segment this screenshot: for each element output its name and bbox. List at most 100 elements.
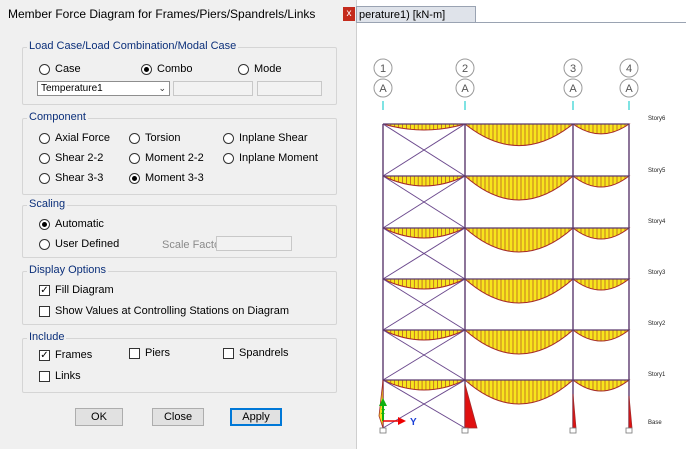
story-label: Base <box>648 420 662 426</box>
radio-user-defined[interactable]: User Defined <box>39 238 119 250</box>
radio-combo-label: Combo <box>157 63 193 75</box>
checkbox-show-values-label: Show Values at Controlling Stations on D… <box>55 305 289 317</box>
grid-letter-label: A <box>625 83 633 95</box>
radio-mode-indicator[interactable] <box>238 63 249 75</box>
checkbox-fill-diagram[interactable]: ✓ Fill Diagram <box>39 284 114 296</box>
display-options-group: Display Options ✓ Fill Diagram Show Valu… <box>22 264 337 325</box>
moment-diagram-fill <box>382 123 466 131</box>
checkbox-show-values-box[interactable] <box>39 305 50 317</box>
radio-user-defined-label: User Defined <box>55 238 120 250</box>
radio-case-indicator[interactable] <box>39 63 50 75</box>
radio-inplane-moment-label: Inplane Moment <box>239 152 318 164</box>
grid-number-label: 2 <box>462 63 468 75</box>
support-marker <box>461 427 469 434</box>
radio-moment-2-2-indicator[interactable] <box>129 152 140 164</box>
load-case-group: Load Case/Load Combination/Modal Case Ca… <box>22 40 337 105</box>
radio-case-label: Case <box>55 63 81 75</box>
moment-diagram-fill <box>382 379 466 391</box>
radio-inplane-moment[interactable]: Inplane Moment <box>223 152 318 164</box>
radio-moment-2-2[interactable]: Moment 2-2 <box>129 152 204 164</box>
checkbox-piers[interactable]: Piers <box>129 347 170 359</box>
column-moment-fill <box>464 383 478 429</box>
radio-mode[interactable]: Mode <box>238 63 282 75</box>
include-group-label: Include <box>27 331 67 343</box>
story-label: Story1 <box>648 372 666 378</box>
radio-inplane-shear-indicator[interactable] <box>223 132 234 144</box>
support-marker <box>625 427 633 434</box>
scale-factor-label: Scale Factor <box>162 239 224 251</box>
radio-moment-3-3[interactable]: Moment 3-3 <box>129 172 204 184</box>
radio-inplane-moment-indicator[interactable] <box>223 152 234 164</box>
radio-shear-2-2-indicator[interactable] <box>39 152 50 164</box>
axis-y-arrowhead <box>398 417 406 425</box>
story-label: Story5 <box>648 168 666 174</box>
radio-axial-force-label: Axial Force <box>55 132 111 144</box>
load-case-field-disabled-2 <box>257 81 322 96</box>
chevron-down-icon: ⌄ <box>158 83 166 93</box>
radio-inplane-shear-label: Inplane Shear <box>239 132 308 144</box>
dialog-title: Member Force Diagram for Frames/Piers/Sp… <box>8 7 316 21</box>
checkbox-fill-diagram-label: Fill Diagram <box>55 284 114 296</box>
checkbox-piers-box[interactable] <box>129 347 140 359</box>
radio-shear-2-2[interactable]: Shear 2-2 <box>39 152 103 164</box>
checkbox-show-values[interactable]: Show Values at Controlling Stations on D… <box>39 305 289 317</box>
radio-case[interactable]: Case <box>39 63 81 75</box>
column-moment-fill <box>572 393 577 429</box>
tab-bar-divider <box>356 22 686 23</box>
radio-automatic-indicator[interactable] <box>39 218 50 230</box>
radio-shear-3-3-label: Shear 3-3 <box>55 172 104 184</box>
checkbox-frames-label: Frames <box>55 349 93 361</box>
story-label: Story6 <box>648 116 666 122</box>
checkbox-spandrels[interactable]: Spandrels <box>223 347 289 359</box>
close-icon[interactable]: x <box>343 7 355 21</box>
component-group: Component Axial Force Torsion Inplane Sh… <box>22 111 337 195</box>
axis-y-label: Y <box>410 417 417 428</box>
checkbox-links-label: Links <box>55 370 81 382</box>
radio-combo-indicator[interactable] <box>141 63 152 75</box>
checkbox-spandrels-label: Spandrels <box>239 347 289 359</box>
ok-button[interactable]: OK <box>75 408 123 426</box>
radio-shear-2-2-label: Shear 2-2 <box>55 152 104 164</box>
load-combo-select[interactable]: Temperature1 ⌄ <box>37 81 170 96</box>
moment-diagram-fill <box>382 175 466 187</box>
grid-letter-label: A <box>569 83 577 95</box>
radio-user-defined-indicator[interactable] <box>39 238 50 250</box>
checkbox-frames[interactable]: ✓ Frames <box>39 349 92 361</box>
axis-z-label: Z <box>381 409 386 416</box>
moment-diagram-fill <box>382 227 466 239</box>
scaling-group: Scaling Automatic User Defined Scale Fac… <box>22 198 337 258</box>
scaling-group-label: Scaling <box>27 198 68 210</box>
checkbox-links[interactable]: Links <box>39 370 81 382</box>
tab-model-view[interactable]: perature1) [kN-m] <box>356 6 476 22</box>
story-label: Story2 <box>648 321 666 327</box>
radio-mode-label: Mode <box>254 63 282 75</box>
radio-axial-force[interactable]: Axial Force <box>39 132 110 144</box>
member-force-diagram-view: 1 A 2 A 3 A 4 A Story6 Story5 Story4 Story3 Story2 St… <box>373 58 666 434</box>
checkbox-spandrels-box[interactable] <box>223 347 234 359</box>
radio-shear-3-3[interactable]: Shear 3-3 <box>39 172 103 184</box>
checkbox-links-box[interactable] <box>39 370 50 382</box>
support-marker <box>569 427 577 434</box>
grid-number-label: 4 <box>626 63 632 75</box>
radio-torsion[interactable]: Torsion <box>129 132 180 144</box>
radio-shear-3-3-indicator[interactable] <box>39 172 50 184</box>
grid-number-label: 1 <box>380 63 386 75</box>
story-label: Story4 <box>648 219 666 225</box>
radio-moment-2-2-label: Moment 2-2 <box>145 152 204 164</box>
radio-moment-3-3-indicator[interactable] <box>129 172 140 184</box>
load-case-group-label: Load Case/Load Combination/Modal Case <box>27 40 239 52</box>
checkbox-fill-diagram-box[interactable]: ✓ <box>39 284 50 296</box>
moment-diagram-fill <box>382 278 466 290</box>
radio-torsion-indicator[interactable] <box>129 132 140 144</box>
apply-button[interactable]: Apply <box>230 408 282 426</box>
radio-inplane-shear[interactable]: Inplane Shear <box>223 132 308 144</box>
radio-automatic[interactable]: Automatic <box>39 218 104 230</box>
close-button[interactable]: Close <box>152 408 204 426</box>
radio-automatic-label: Automatic <box>55 218 104 230</box>
load-case-field-disabled-1 <box>173 81 253 96</box>
moment-diagram-fill <box>382 329 466 341</box>
radio-combo[interactable]: Combo <box>141 63 192 75</box>
radio-axial-force-indicator[interactable] <box>39 132 50 144</box>
checkbox-frames-box[interactable]: ✓ <box>39 349 50 361</box>
column-moment-fill <box>628 395 633 429</box>
